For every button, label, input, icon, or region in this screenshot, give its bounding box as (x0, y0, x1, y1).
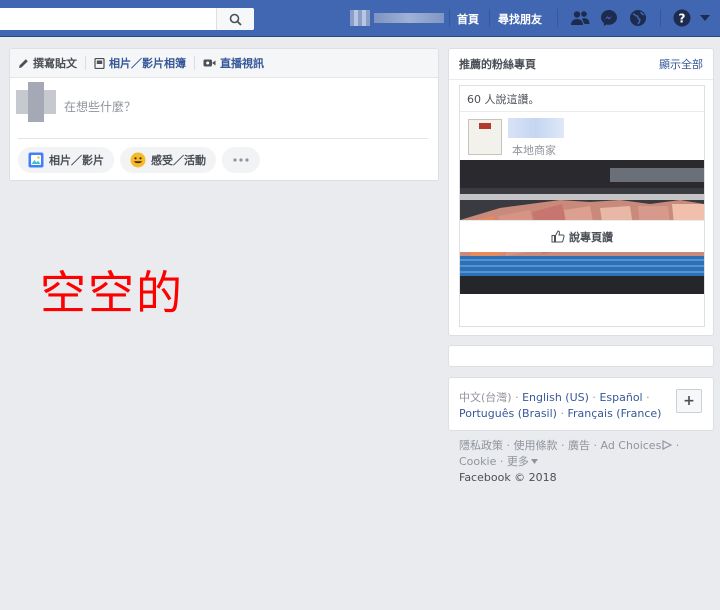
card-title: 推薦的粉絲專頁 (459, 58, 536, 71)
pencil-icon (19, 58, 28, 68)
nav-divider (660, 9, 661, 27)
quick-help-button[interactable]: ? (672, 8, 692, 28)
tab-label: 撰寫貼文 (33, 57, 77, 70)
footer: 隱私政策 · 使用條款 · 廣告 · Ad Choices · Cookie ·… (459, 439, 680, 484)
tab-label: 相片／影片相簿 (109, 57, 186, 70)
language-option[interactable]: Español (599, 391, 642, 404)
page-name-redacted[interactable] (508, 118, 564, 138)
photo-icon (28, 152, 44, 168)
tab-live-video[interactable]: 直播視訊 (203, 55, 264, 71)
nav-divider (557, 9, 558, 27)
messenger-icon (601, 10, 617, 26)
footer-link-ads[interactable]: 廣告 (568, 439, 590, 452)
find-friends-link[interactable]: 尋找朋友 (498, 11, 542, 27)
caret-down-icon (700, 15, 710, 21)
post-composer: 撰寫貼文 相片／影片相簿 直播視訊 在想些什麼？ 相片／影片 感受／活動 (9, 48, 439, 181)
friend-requests-button[interactable] (570, 8, 590, 28)
caret-down-icon (530, 459, 538, 464)
empty-feed-annotation: 空空的 (40, 266, 184, 320)
composer-actions: 相片／影片 感受／活動 (18, 147, 260, 173)
footer-link-more[interactable]: 更多 (507, 455, 538, 468)
home-link[interactable]: 首頁 (457, 11, 479, 27)
footer-link-terms[interactable]: 使用條款 (514, 439, 558, 452)
page-info[interactable]: 本地商家 (460, 112, 704, 160)
profile-name-redacted (374, 13, 444, 23)
tab-divider (85, 56, 86, 70)
more-options-button[interactable] (222, 147, 260, 173)
globe-icon (630, 10, 646, 26)
avatar (350, 10, 370, 26)
language-selector: 中文(台灣) · English (US) · Español · Portug… (448, 377, 714, 431)
tab-photo-album[interactable]: 相片／影片相簿 (94, 55, 186, 71)
footer-link-ad-choices[interactable]: Ad Choices (601, 439, 673, 452)
tab-label: 直播視訊 (220, 57, 264, 70)
nav-divider (489, 9, 490, 27)
footer-link-label: 更多 (506, 455, 529, 468)
page-category: 本地商家 (512, 144, 556, 157)
see-all-link[interactable]: 顯示全部 (659, 56, 703, 72)
nav-divider (449, 9, 450, 27)
like-page-button[interactable]: 說專頁讚 (460, 220, 704, 252)
language-option[interactable]: English (US) (522, 391, 589, 404)
album-icon (94, 57, 105, 69)
account-menu-button[interactable] (698, 8, 712, 28)
tab-create-post[interactable]: 撰寫貼文 (18, 55, 77, 71)
tab-divider (194, 56, 195, 70)
composer-input-placeholder[interactable]: 在想些什麼？ (64, 98, 136, 115)
top-navigation-bar: 首頁 尋找朋友 ? (0, 0, 720, 37)
notifications-button[interactable] (628, 8, 648, 28)
more-languages-button[interactable]: + (676, 389, 702, 413)
footer-link-privacy[interactable]: 隱私政策 (459, 439, 503, 452)
action-label: 感受／活動 (151, 154, 206, 167)
composer-body[interactable]: 在想些什麼？ (10, 78, 438, 138)
messages-button[interactable] (599, 8, 619, 28)
video-camera-icon (203, 59, 216, 67)
empty-panel (448, 345, 714, 367)
profile-link[interactable] (350, 10, 444, 26)
likes-count: 60 人說這讚。 (460, 86, 704, 112)
ellipsis-icon (233, 158, 249, 162)
thumbs-up-icon (551, 230, 565, 243)
language-option[interactable]: Português (Brasil) (459, 407, 557, 420)
language-list: 中文(台灣) · English (US) · Español · Portug… (459, 391, 662, 420)
footer-link-label: Ad Choices (600, 439, 662, 452)
recommended-pages-card: 推薦的粉絲專頁 顯示全部 60 人說這讚。 本地商家 說專頁讚 (448, 48, 714, 336)
language-option[interactable]: Français (France) (567, 407, 661, 420)
like-page-label: 說專頁讚 (569, 230, 613, 244)
search-button[interactable] (216, 8, 254, 30)
action-label: 相片／影片 (49, 154, 104, 167)
friends-icon (571, 11, 590, 25)
help-icon: ? (673, 9, 691, 27)
footer-link-cookie[interactable]: Cookie (459, 455, 496, 468)
svg-text:?: ? (679, 12, 686, 26)
suggested-page: 60 人說這讚。 本地商家 說專頁讚 (459, 85, 705, 327)
avatar (16, 82, 56, 122)
copyright: Facebook © 2018 (459, 471, 557, 484)
card-header: 推薦的粉絲專頁 顯示全部 (449, 49, 713, 80)
composer-divider (18, 138, 428, 139)
search-icon (229, 13, 242, 26)
feeling-activity-button[interactable]: 感受／活動 (120, 147, 216, 173)
search-box[interactable] (0, 8, 254, 30)
composer-tabs: 撰寫貼文 相片／影片相簿 直播視訊 (10, 49, 438, 78)
current-language: 中文(台灣) (459, 391, 512, 404)
ad-choices-icon (662, 440, 673, 450)
photo-video-button[interactable]: 相片／影片 (18, 147, 114, 173)
page-thumbnail[interactable] (468, 119, 502, 155)
search-input[interactable] (0, 8, 216, 30)
smiley-icon (130, 152, 146, 168)
